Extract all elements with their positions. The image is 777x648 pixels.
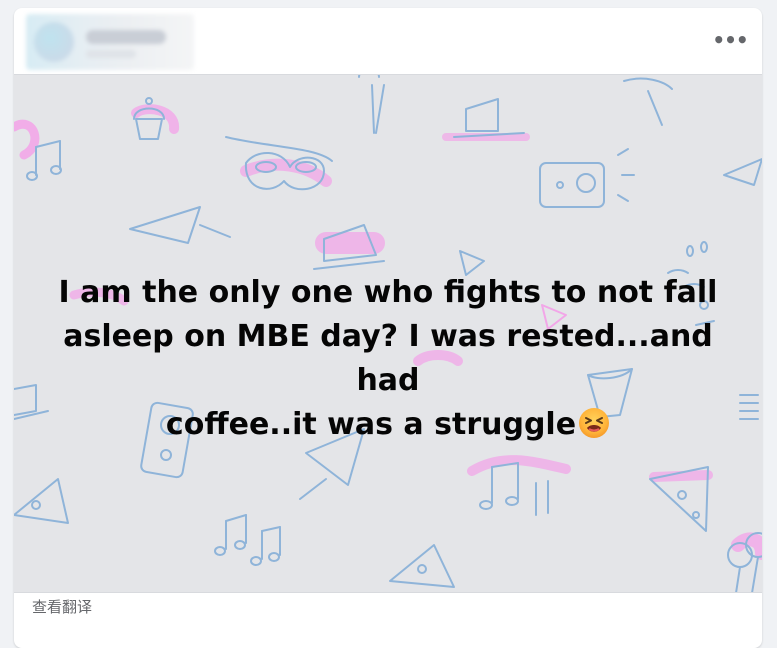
post-card: ••• I am the only one who fights to not … xyxy=(14,8,762,648)
cake-icon xyxy=(14,384,49,420)
pizza-slice-icon xyxy=(14,478,69,524)
cupcake-icon xyxy=(133,97,165,140)
pin-icon xyxy=(623,77,673,126)
post-text-line: coffee..it was a struggle xyxy=(44,403,732,447)
party-hat-icon xyxy=(129,206,231,244)
camera-icon xyxy=(539,148,635,208)
balloon-icon xyxy=(358,75,385,134)
tired-face-emoji-icon xyxy=(579,408,610,438)
avatar xyxy=(34,22,74,62)
see-translation-link[interactable]: 查看翻译 xyxy=(32,596,92,617)
pizza-slice-icon xyxy=(389,544,455,588)
music-note-icon xyxy=(479,462,549,516)
cake-icon xyxy=(453,98,525,138)
post-text-line: asleep on MBE day? I was rested...and ha… xyxy=(63,319,713,398)
timestamp-blurred xyxy=(86,50,136,58)
translate-row: 查看翻译 xyxy=(14,592,762,633)
post-text: I am the only one who fights to not fall… xyxy=(44,271,732,447)
post-text-line-content: coffee..it was a struggle xyxy=(165,407,577,442)
author-info-blurred[interactable] xyxy=(26,14,194,70)
post-text-line: I am the only one who fights to not fall xyxy=(58,275,718,310)
post-text-background[interactable]: I am the only one who fights to not fall… xyxy=(14,74,762,593)
music-note-icon xyxy=(214,514,281,566)
more-horizontal-icon: ••• xyxy=(712,28,748,52)
post-header: ••• xyxy=(14,8,762,74)
author-name-blurred xyxy=(86,30,166,44)
more-options-button[interactable]: ••• xyxy=(712,28,748,52)
